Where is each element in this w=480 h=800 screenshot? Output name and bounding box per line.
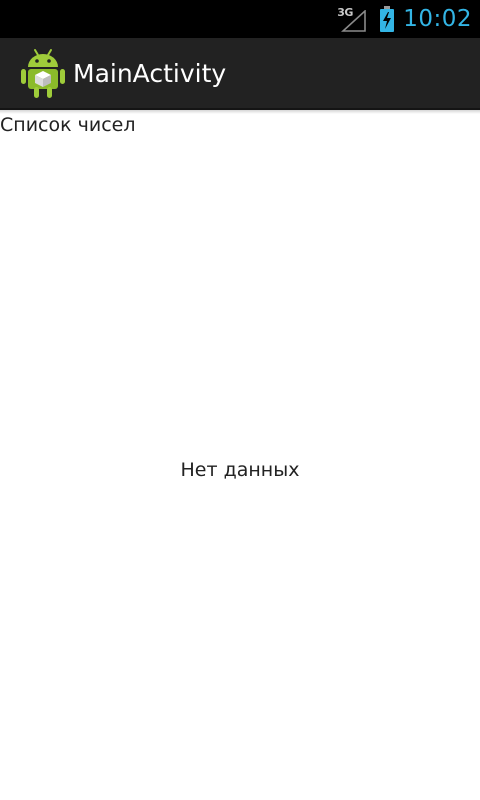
signal-icon <box>341 10 367 32</box>
status-icons: 3G 10:02 <box>337 0 472 38</box>
action-bar: MainActivity <box>0 38 480 110</box>
list-header: Список чисел <box>0 114 136 136</box>
app-title: MainActivity <box>73 59 227 88</box>
android-icon[interactable] <box>20 47 66 99</box>
status-bar: 3G 10:02 <box>0 0 480 38</box>
battery-charging-icon <box>380 6 395 32</box>
signal-indicator: 3G <box>337 4 369 34</box>
empty-list-text: Нет данных <box>180 459 300 481</box>
clock: 10:02 <box>403 6 472 32</box>
